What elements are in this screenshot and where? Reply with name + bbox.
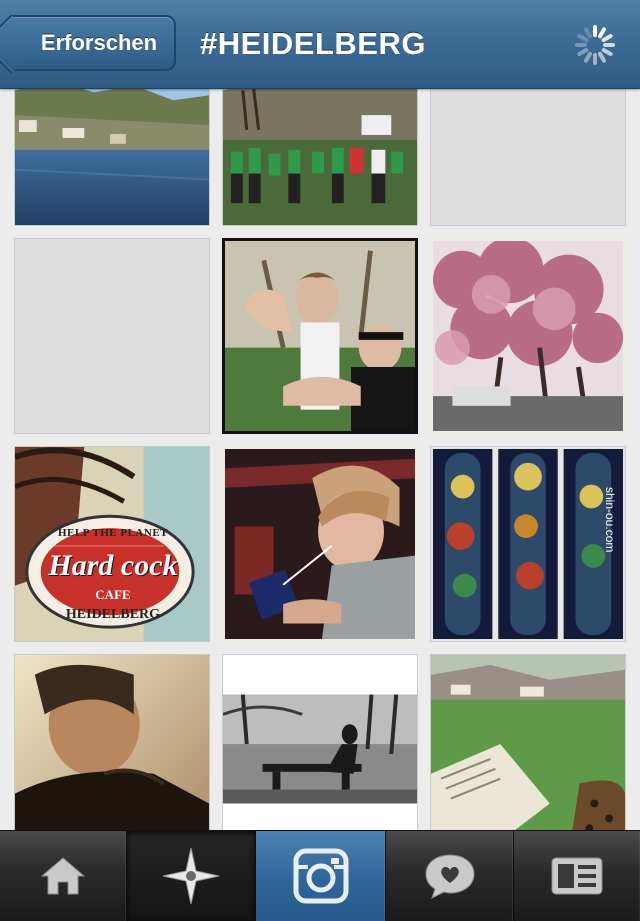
profile-card-icon — [551, 857, 603, 895]
tab-bar — [0, 830, 640, 921]
tattoo-watermark: shin-ou.com — [603, 487, 617, 553]
navigation-bar: Erforschen #HEIDELBERG — [0, 0, 640, 89]
photo-thumbnail-river[interactable] — [14, 88, 210, 226]
sign-text-top: HELP THE PLANET — [58, 527, 168, 539]
tab-explore[interactable] — [127, 831, 256, 921]
back-button[interactable]: Erforschen — [10, 15, 176, 71]
speech-heart-icon — [424, 854, 475, 899]
photo-grid: HELP THE PLANET Hard cock CAFE HEIDELBER… — [0, 88, 640, 830]
sign-text-main: Hard cock — [48, 549, 178, 582]
tab-news[interactable] — [386, 831, 514, 921]
photo-thumbnail-cherry-blossoms[interactable] — [430, 238, 626, 434]
page-title: #HEIDELBERG — [200, 26, 426, 61]
photo-thumbnail-drinking[interactable] — [222, 446, 418, 642]
tab-profile[interactable] — [514, 831, 640, 921]
back-button-label: Erforschen — [40, 30, 158, 55]
camera-icon — [293, 848, 348, 904]
photo-thumbnail-tattoos[interactable]: shin-ou.com — [430, 446, 626, 642]
photo-thumbnail-cafe-sign[interactable]: HELP THE PLANET Hard cock CAFE HEIDELBER… — [14, 446, 210, 642]
tab-camera[interactable] — [256, 831, 386, 921]
photo-thumbnail-loading[interactable] — [430, 88, 626, 226]
photo-thumbnail-portrait[interactable] — [14, 654, 210, 830]
photo-thumbnail-two-guys[interactable] — [222, 238, 418, 434]
photo-thumbnail-crowd[interactable] — [222, 88, 418, 226]
compass-star-icon — [162, 847, 220, 905]
tab-home[interactable] — [0, 831, 127, 921]
home-icon — [40, 857, 86, 895]
photo-thumbnail-loading[interactable] — [14, 238, 210, 434]
sign-text-city: HEIDELBERG — [65, 607, 161, 622]
loading-spinner-icon — [575, 25, 615, 65]
photo-thumbnail-bw-park[interactable] — [222, 654, 418, 830]
photo-thumbnail-newspaper-meadow[interactable] — [430, 654, 626, 830]
sign-text-cafe: CAFE — [95, 587, 131, 602]
